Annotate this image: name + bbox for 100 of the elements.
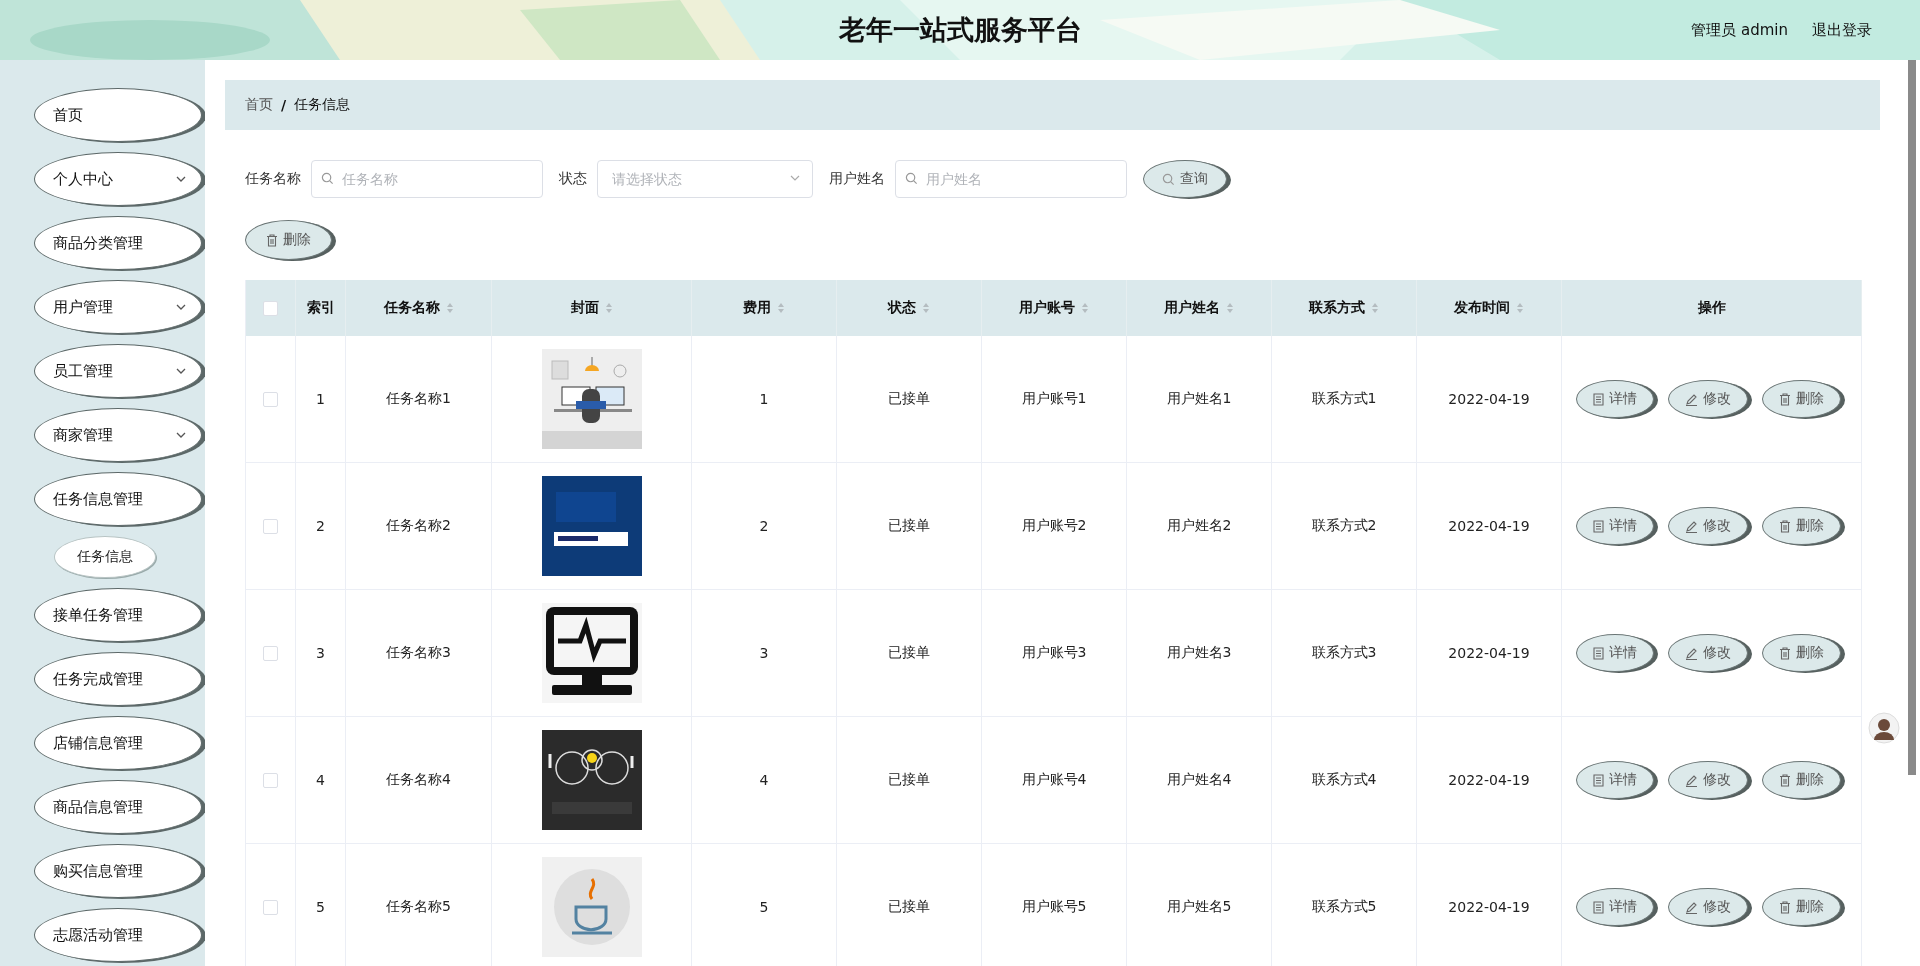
search-button[interactable]: 查询 — [1143, 160, 1227, 198]
sort-icon[interactable] — [1516, 302, 1524, 314]
sidebar-item[interactable]: 任务信息管理 — [34, 472, 202, 526]
checkbox[interactable] — [263, 518, 278, 534]
sidebar-item[interactable]: 商品信息管理 — [34, 780, 202, 834]
table-cell: 用户账号2 — [982, 463, 1127, 590]
action-button[interactable]: 详情 — [1576, 380, 1654, 418]
column-header[interactable]: 费用 — [692, 280, 837, 336]
column-header[interactable]: 状态 — [837, 280, 982, 336]
table-cell: 任务名称5 — [346, 844, 492, 966]
table-cell: 2022-04-19 — [1417, 463, 1562, 590]
trash-icon — [266, 233, 278, 247]
table-cell: 联系方式5 — [1272, 844, 1417, 966]
table-cell: 用户账号4 — [982, 717, 1127, 844]
column-header[interactable]: 用户姓名 — [1127, 280, 1272, 336]
field-label: 任务名称 — [245, 170, 301, 188]
action-button[interactable]: 详情 — [1576, 761, 1654, 799]
sidebar-item[interactable]: 个人中心 — [34, 152, 202, 206]
table-cell: 已接单 — [837, 336, 982, 463]
sort-icon[interactable] — [1371, 302, 1379, 314]
sidebar-item[interactable]: 用户管理 — [34, 280, 202, 334]
table-cell: 联系方式2 — [1272, 463, 1417, 590]
action-button[interactable]: 删除 — [1762, 761, 1841, 799]
sidebar-subitem[interactable]: 任务信息 — [54, 536, 156, 578]
logout-link[interactable]: 退出登录 — [1812, 20, 1872, 40]
search-icon — [1162, 172, 1175, 186]
breadcrumb-item: / — [281, 97, 287, 113]
table-cell: 2022-04-19 — [1417, 336, 1562, 463]
table-cell: 已接单 — [837, 717, 982, 844]
sort-icon[interactable] — [1081, 302, 1089, 314]
sort-icon[interactable] — [604, 302, 613, 314]
trash-icon — [1779, 900, 1791, 914]
breadcrumb-item[interactable]: 首页 — [245, 96, 273, 114]
column-header[interactable]: 联系方式 — [1272, 280, 1417, 336]
document-icon — [1593, 392, 1604, 406]
action-button[interactable]: 修改 — [1668, 761, 1748, 799]
sort-icon[interactable] — [1226, 302, 1234, 314]
sort-icon[interactable] — [777, 302, 785, 314]
column-header[interactable]: 发布时间 — [1417, 280, 1562, 336]
trash-icon — [1779, 392, 1791, 406]
action-button[interactable]: 修改 — [1668, 888, 1748, 926]
column-header[interactable]: 用户账号 — [982, 280, 1127, 336]
table-cell: 用户姓名2 — [1127, 463, 1272, 590]
table-cell: 用户姓名1 — [1127, 336, 1272, 463]
delete-button[interactable]: 删除 — [245, 220, 332, 260]
checkbox[interactable] — [263, 645, 278, 661]
table-cell: 用户姓名4 — [1127, 717, 1272, 844]
sidebar-item[interactable]: 购买信息管理 — [34, 844, 202, 898]
sidebar-item[interactable]: 首页 — [34, 88, 202, 142]
action-button[interactable]: 详情 — [1576, 634, 1654, 672]
document-icon — [1593, 646, 1604, 660]
table-cell: 用户账号3 — [982, 590, 1127, 717]
pencil-icon — [1685, 773, 1698, 787]
scrollbar[interactable] — [1908, 60, 1916, 775]
table-cell: 联系方式1 — [1272, 336, 1417, 463]
action-button[interactable]: 详情 — [1576, 507, 1654, 545]
checkbox[interactable] — [263, 391, 278, 407]
table-cell: 用户账号1 — [982, 336, 1127, 463]
table-cell: 任务名称2 — [346, 463, 492, 590]
checkbox[interactable] — [263, 772, 278, 788]
document-icon — [1593, 519, 1604, 533]
action-button[interactable]: 删除 — [1762, 380, 1841, 418]
table-cell: 2022-04-19 — [1417, 717, 1562, 844]
field-label: 状态 — [559, 170, 587, 188]
sidebar-item[interactable]: 员工管理 — [34, 344, 202, 398]
document-icon — [1593, 900, 1604, 914]
sort-icon[interactable] — [445, 302, 454, 314]
sidebar-item[interactable]: 接单任务管理 — [34, 588, 202, 642]
sidebar-item[interactable]: 任务完成管理 — [34, 652, 202, 706]
table-cell: 用户姓名5 — [1127, 844, 1272, 966]
column-header[interactable]: 任务名称 — [346, 280, 492, 336]
sidebar-item[interactable]: 志愿活动管理 — [34, 908, 202, 962]
sidebar-item[interactable]: 店铺信息管理 — [34, 716, 202, 770]
action-button[interactable]: 删除 — [1762, 507, 1841, 545]
status-select[interactable]: 请选择状态 — [597, 160, 813, 198]
action-button[interactable]: 删除 — [1762, 634, 1841, 672]
table-cell: 2 — [692, 463, 837, 590]
pencil-icon — [1685, 519, 1698, 533]
column-header: 索引 — [296, 280, 346, 336]
action-button[interactable]: 详情 — [1576, 888, 1654, 926]
checkbox[interactable] — [263, 899, 278, 915]
avatar-icon[interactable] — [1868, 712, 1900, 744]
search-field[interactable]: 任务名称 — [311, 160, 543, 198]
column-header[interactable]: 封面 — [492, 280, 692, 336]
table-cell: 已接单 — [837, 590, 982, 717]
action-button[interactable]: 修改 — [1668, 634, 1748, 672]
trash-icon — [1779, 773, 1791, 787]
action-button[interactable]: 修改 — [1668, 380, 1748, 418]
action-button[interactable]: 删除 — [1762, 888, 1841, 926]
checkbox[interactable] — [263, 300, 278, 316]
sidebar-item[interactable]: 商家管理 — [34, 408, 202, 462]
search-field[interactable]: 用户姓名 — [895, 160, 1127, 198]
sidebar-item[interactable]: 商品分类管理 — [34, 216, 202, 270]
action-button[interactable]: 修改 — [1668, 507, 1748, 545]
table-cell: 联系方式3 — [1272, 590, 1417, 717]
pencil-icon — [1685, 646, 1698, 660]
pencil-icon — [1685, 900, 1698, 914]
table-cell: 2022-04-19 — [1417, 844, 1562, 966]
sort-icon[interactable] — [922, 302, 930, 314]
table-cell: 3 — [692, 590, 837, 717]
